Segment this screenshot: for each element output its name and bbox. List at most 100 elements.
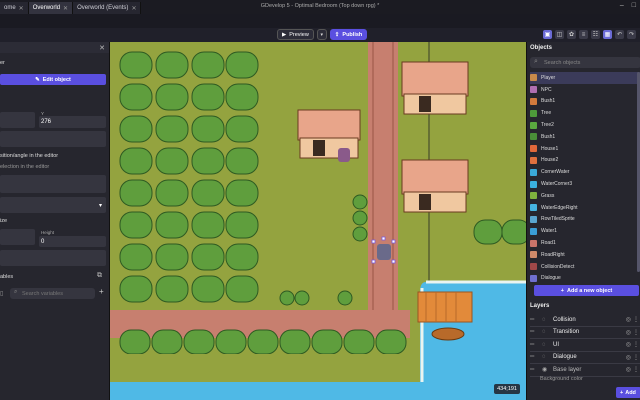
object-label: CollisionDetect [541,263,575,270]
editor-window: ome ✕ Overworld ✕ Overworld (Events) ✕ G… [0,0,640,400]
scene-toolbar: ▶ Preview ▾ ⇪ Publish ▣ ◫ ✿ ≡ ☷ ▦ ↶ ↷ [0,28,640,42]
layer-item[interactable]: ═ ◌ Collision ◎⋮ [530,314,640,327]
scene-canvas[interactable]: 434;191 [110,42,526,400]
chevron-down-icon: ▾ [320,31,324,38]
object-label: Bush1 [541,98,556,105]
publish-button[interactable]: ⇪ Publish [329,29,368,40]
tab-home[interactable]: ome ✕ [0,2,29,14]
tab-label: Overworld [32,5,61,11]
z-order-field[interactable] [0,131,106,147]
angle-field[interactable] [0,250,106,266]
drag-handle-icon[interactable]: ═ [530,317,538,323]
house [297,109,361,159]
preview-options-button[interactable]: ▾ [316,29,327,40]
close-icon[interactable]: ✕ [19,5,24,12]
objects-search-input[interactable]: Search objects [530,57,640,68]
layer-actions-icon[interactable]: ◎⋮ [626,316,640,323]
plus-icon: + [620,389,624,396]
object-item[interactable]: Road1 [530,237,640,249]
object-item[interactable]: WaterEdgeRight [530,202,640,214]
object-label: Tree [541,110,552,117]
object-item[interactable]: Player [530,72,640,84]
layer-item[interactable]: ═ ◌ Transition ◎⋮ [530,327,640,339]
minimize-icon[interactable]: – [620,2,624,9]
scene-render [110,42,526,400]
object-item[interactable]: NPC [530,84,640,96]
eye-icon[interactable]: ◉ [542,366,549,373]
drag-handle-icon[interactable]: ═ [530,329,538,335]
object-item[interactable]: RoadRight [530,249,640,261]
close-icon[interactable]: ✕ [63,5,68,12]
layers-icon[interactable]: ≡ [579,30,588,39]
layer-name: Collision [553,316,576,323]
y-field[interactable]: 276 [39,116,106,128]
object-label: House1 [541,145,559,152]
keep-selection-label: election in the editor [0,164,50,170]
sprite-thumbnail [530,109,537,117]
cursor-coordinates: 434;191 [494,384,520,394]
sprite-thumbnail [530,133,537,141]
maximize-icon[interactable]: □ [632,2,636,9]
object-item[interactable]: CornerWater [530,166,640,178]
height-field[interactable]: 0 [39,236,106,247]
eye-icon[interactable]: ◌ [542,354,549,360]
layer-item[interactable]: ═ ◌ UI ◎⋮ [530,339,640,352]
object-item[interactable]: RowTiledSprite [530,214,640,226]
tab-overworld-events[interactable]: Overworld (Events) ✕ [73,2,142,14]
object-item[interactable]: Water1 [530,225,640,237]
groups-icon[interactable]: ◫ [555,30,564,39]
add-object-button[interactable]: + Add a new object [534,285,639,296]
filter-icon[interactable]: ▯ [0,290,3,297]
object-item[interactable]: House2 [530,155,640,167]
object-item[interactable]: House1 [530,143,640,155]
layer-actions-icon[interactable]: ◎⋮ [626,341,640,348]
layer-item[interactable]: ═ ◌ Dialogue ◎⋮ [530,352,640,364]
drag-handle-icon[interactable]: ═ [530,367,538,373]
add-layer-button[interactable]: + Add [616,387,640,398]
object-item[interactable]: Tree2 [530,119,640,131]
object-item[interactable]: Bush1 [530,131,640,143]
sprite-thumbnail [530,274,537,282]
layer-item[interactable]: ═ ◉ Base layer ◎⋮ [530,364,640,377]
object-label: WaterEdgeRight [541,204,578,211]
drag-handle-icon[interactable]: ═ [530,342,538,348]
objects-title: Objects [530,45,553,51]
layer-select[interactable]: ▾ [0,197,106,213]
sprite-thumbnail [530,121,537,129]
window-controls: – □ [620,2,636,9]
sprite-thumbnail [530,180,537,188]
instances-list-icon[interactable]: ☷ [591,30,600,39]
layer-field[interactable] [0,175,106,193]
drag-handle-icon[interactable]: ═ [530,354,538,360]
add-variable-icon[interactable]: + [99,287,104,296]
object-item[interactable]: Grass [530,190,640,202]
layer-actions-icon[interactable]: ◎⋮ [626,354,640,361]
x-field[interactable] [0,112,35,128]
eye-icon[interactable]: ◌ [542,329,549,335]
close-icon[interactable]: ✕ [99,44,105,52]
properties-icon[interactable]: ✿ [567,30,576,39]
layer-actions-icon[interactable]: ◎⋮ [626,366,640,373]
preview-button[interactable]: ▶ Preview [277,29,314,40]
close-icon[interactable]: ✕ [131,5,136,12]
objects-panel-icon[interactable]: ▣ [543,30,552,39]
open-external-icon[interactable]: ⧉ [97,272,102,280]
edit-position-checkbox-label[interactable]: sition/angle in the editor [0,153,58,159]
object-item[interactable]: WaterCorner3 [530,178,640,190]
redo-icon[interactable]: ↷ [627,30,636,39]
eye-icon[interactable]: ◌ [542,342,549,348]
width-field[interactable] [0,229,35,245]
object-item[interactable]: Bush1 [530,96,640,108]
object-item[interactable]: CollisionDetect [530,261,640,273]
variables-search-input[interactable]: Search variables [10,288,95,299]
object-item[interactable]: Tree [530,107,640,119]
layer-actions-icon[interactable]: ◎⋮ [626,329,640,336]
undo-icon[interactable]: ↶ [615,30,624,39]
tab-overworld[interactable]: Overworld ✕ [28,2,74,14]
grid-icon[interactable]: ▦ [603,30,612,39]
object-item[interactable]: Dialogue [530,273,640,285]
edit-object-button[interactable]: ✎ Edit object [0,74,106,85]
background-color-label[interactable]: Background color [540,376,583,382]
play-icon: ▶ [282,31,287,38]
eye-icon[interactable]: ◌ [542,317,549,323]
